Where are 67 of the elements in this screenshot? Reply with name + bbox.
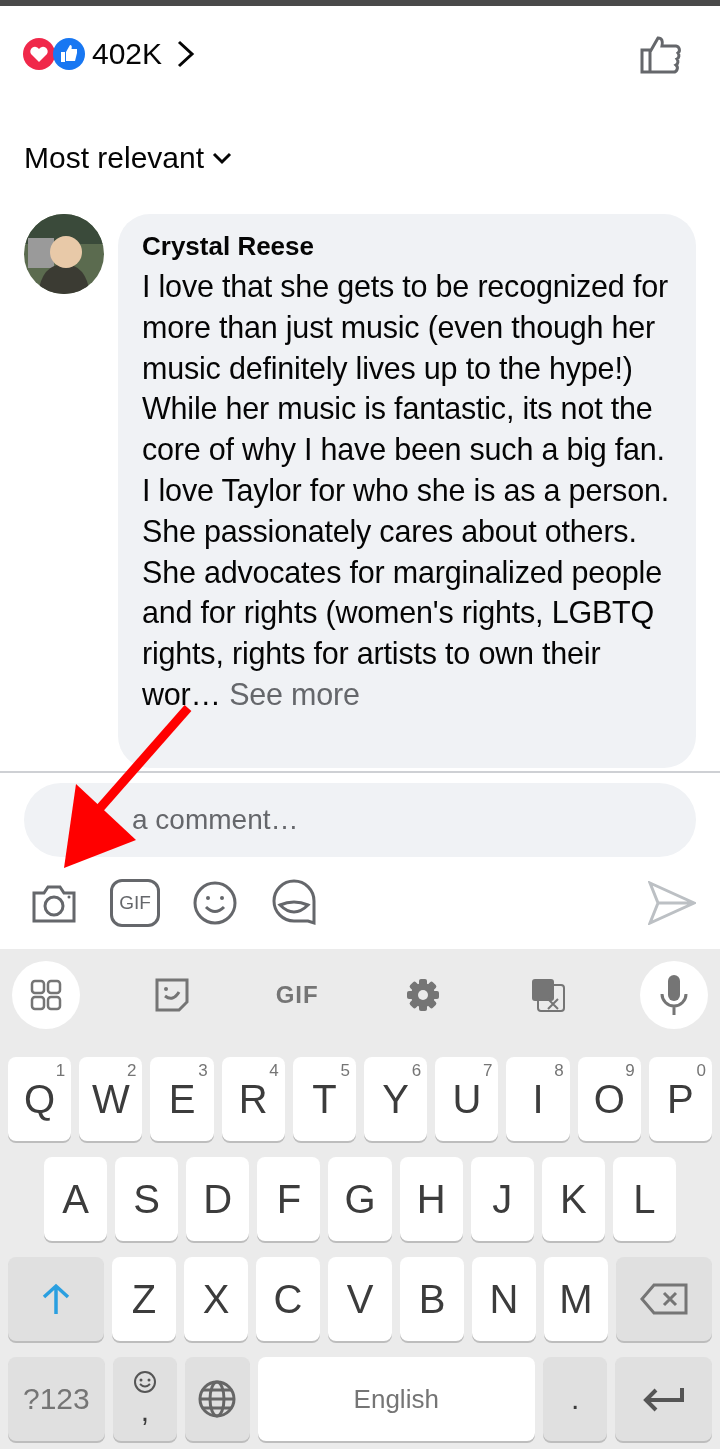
smiley-icon	[132, 1370, 157, 1394]
comment-field[interactable]: a comment…	[24, 783, 696, 857]
key[interactable]: U 7	[435, 1057, 499, 1141]
emoji-button[interactable]	[192, 880, 238, 926]
globe-icon	[197, 1379, 238, 1419]
key[interactable]: F	[257, 1157, 321, 1241]
key[interactable]: M	[544, 1257, 608, 1341]
key-hint: 3	[198, 1061, 208, 1081]
gif-button[interactable]: GIF	[263, 961, 332, 1029]
gif-button[interactable]: GIF	[110, 879, 160, 927]
key[interactable]: Z	[112, 1257, 176, 1341]
sticker-button[interactable]	[270, 879, 318, 927]
backspace-icon	[640, 1283, 688, 1315]
key-hint: 7	[482, 1061, 493, 1081]
key[interactable]: K	[541, 1157, 605, 1241]
key[interactable]: G	[328, 1157, 392, 1241]
enter-key[interactable]	[615, 1357, 712, 1441]
settings-icon	[405, 978, 440, 1012]
comma-label: ,	[140, 1394, 150, 1428]
key-hint: 6	[411, 1061, 422, 1081]
key[interactable]: B	[400, 1257, 464, 1341]
smiley-icon	[192, 880, 238, 926]
key-hint: 8	[554, 1061, 564, 1081]
backspace-key[interactable]	[616, 1257, 712, 1341]
key[interactable]: A	[44, 1157, 108, 1241]
microphone-icon	[658, 974, 689, 1016]
comma-key[interactable]: ,	[112, 1357, 178, 1441]
key[interactable]: J	[470, 1157, 534, 1241]
translate-icon	[530, 977, 567, 1013]
key[interactable]: S	[115, 1157, 179, 1241]
key-hint: 1	[55, 1061, 66, 1081]
key[interactable]: I 8	[506, 1057, 570, 1141]
key-hint: 2	[126, 1061, 137, 1081]
thumbs-up-icon[interactable]	[640, 34, 682, 74]
chevron-right-icon[interactable]	[176, 39, 197, 69]
key[interactable]: D	[186, 1157, 250, 1241]
key[interactable]: V	[328, 1257, 392, 1341]
reaction-count[interactable]: 402K	[92, 37, 163, 71]
sort-dropdown[interactable]: Most relevant	[24, 141, 233, 175]
key[interactable]: Q 1	[8, 1057, 72, 1141]
key[interactable]: R 4	[221, 1057, 285, 1141]
comment-author[interactable]: Crystal Reese	[142, 230, 672, 262]
grid-icon	[30, 979, 62, 1011]
key[interactable]: L	[612, 1157, 676, 1241]
heart-reaction-icon	[22, 37, 56, 71]
comment-text: I love that she gets to be recognized for more than just music (even though her music definitely lives up to the hype!) While her music is fantastic, its not the core of why I have been such a big fan. I love Taylor for who she is as a person. She passionately cares about others. She advocates for marginalized people and for rights (women's rights, LGBTQ rights, rights for artists to own their wor… See more	[142, 268, 670, 713]
period-key[interactable]: .	[542, 1357, 608, 1441]
key[interactable]: W 2	[79, 1057, 143, 1141]
key[interactable]: T 5	[292, 1057, 356, 1141]
key-hint: 4	[269, 1061, 279, 1081]
key[interactable]: C	[256, 1257, 320, 1341]
like-reaction-icon	[52, 37, 86, 71]
chevron-down-icon	[212, 151, 233, 165]
key[interactable]: E 3	[150, 1057, 214, 1141]
sticker-icon	[270, 879, 318, 927]
key-hint: 5	[340, 1061, 350, 1081]
key[interactable]: N	[472, 1257, 536, 1341]
key[interactable]: O 9	[577, 1057, 641, 1141]
see-more-link[interactable]: See more	[229, 676, 360, 711]
key-hint: 9	[625, 1061, 635, 1081]
key[interactable]: H	[399, 1157, 463, 1241]
key[interactable]: Y 6	[364, 1057, 428, 1141]
key[interactable]: X	[184, 1257, 248, 1341]
globe-key[interactable]	[185, 1357, 250, 1441]
space-key[interactable]: English	[257, 1357, 535, 1441]
key[interactable]: P 0	[648, 1057, 713, 1141]
key-hint: 0	[696, 1061, 707, 1081]
